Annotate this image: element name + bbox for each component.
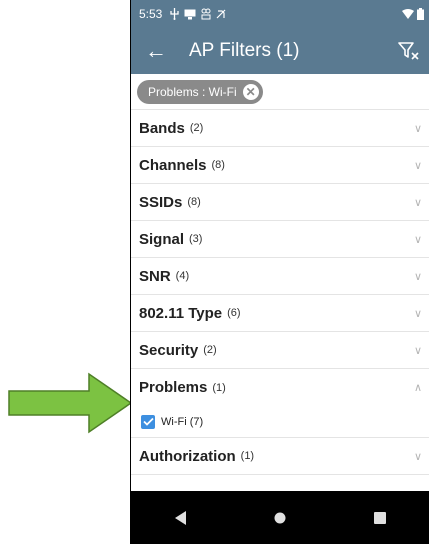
filter-name: 802.11 Type: [139, 304, 223, 322]
status-bar: 5:53: [131, 0, 429, 28]
back-arrow-icon[interactable]: ←: [145, 38, 175, 64]
filter-count: (1): [240, 450, 255, 462]
chevron-down-icon: ∨: [413, 270, 422, 283]
filter-option-wifi[interactable]: Wi-Fi (7): [131, 406, 429, 438]
cast-icon: [184, 9, 196, 19]
filter-count: (2): [189, 122, 204, 134]
filter-list: Bands (2) ∨ Channels (8) ∨ SSIDs (8) ∨ S…: [131, 110, 429, 475]
filter-count: (4): [175, 270, 190, 282]
wifi-icon: [402, 9, 414, 19]
filter-count: (8): [187, 196, 201, 208]
filter-count: (2): [203, 344, 217, 356]
filter-row-signal[interactable]: Signal (3) ∨: [131, 221, 429, 258]
chevron-down-icon: ∨: [413, 196, 422, 209]
filter-row-80211-type[interactable]: 802.11 Type (6) ∨: [131, 295, 429, 332]
filter-row-ssids[interactable]: SSIDs (8) ∨: [131, 184, 429, 221]
no-sim-icon: [216, 9, 226, 18]
filter-row-channels[interactable]: Channels (8) ∨: [131, 147, 429, 184]
chevron-down-icon: ∨: [413, 450, 422, 463]
filter-name: Signal: [139, 230, 185, 248]
system-indicators: [402, 8, 424, 20]
chevron-down-icon: ∨: [413, 159, 422, 172]
phone-screen: 5:53 ← AP Filters (1) Problems : Wi-Fi ✕…: [130, 0, 429, 544]
status-time: 5:53: [139, 7, 163, 21]
checkmark-icon: [142, 417, 154, 426]
option-label: Wi-Fi (7): [161, 415, 204, 428]
annotation-arrow-icon: [8, 372, 133, 434]
chevron-down-icon: ∨: [413, 344, 422, 357]
filter-name: Authorization: [139, 447, 236, 465]
chevron-down-icon: ∨: [413, 122, 422, 135]
active-filters-row: Problems : Wi-Fi ✕: [131, 74, 429, 110]
filter-row-authorization[interactable]: Authorization (1) ∨: [131, 438, 429, 475]
notification-icons: [170, 8, 226, 20]
app-bar: ← AP Filters (1): [131, 28, 429, 74]
filter-name: Channels: [139, 156, 207, 174]
system-nav-bar: [131, 491, 429, 544]
filter-count: (1): [212, 381, 226, 394]
battery-icon: [417, 8, 424, 20]
remove-chip-icon[interactable]: ✕: [242, 83, 259, 100]
checkbox-checked[interactable]: [141, 414, 155, 429]
nav-recents-icon[interactable]: [360, 498, 400, 538]
nav-home-icon[interactable]: [260, 498, 300, 538]
filter-row-security[interactable]: Security (2) ∨: [131, 332, 429, 369]
battery-saver-icon: [201, 8, 211, 20]
filter-name: Security: [139, 341, 199, 359]
chevron-down-icon: ∨: [413, 233, 422, 246]
filter-count: (6): [227, 307, 241, 319]
chip-label: Problems : Wi-Fi: [148, 84, 237, 99]
filter-count: (8): [211, 159, 225, 171]
filter-name: Bands: [139, 119, 185, 137]
usb-icon: [170, 8, 180, 20]
chevron-up-icon: ∧: [413, 382, 422, 394]
filter-row-problems[interactable]: Problems (1) ∧: [131, 369, 429, 406]
filter-name: Problems: [139, 379, 208, 396]
page-title: AP Filters (1): [189, 40, 300, 61]
clear-filters-icon[interactable]: [398, 41, 420, 61]
filter-row-bands[interactable]: Bands (2) ∨: [131, 110, 429, 147]
filter-row-snr[interactable]: SNR (4) ∨: [131, 258, 429, 295]
active-filter-chip[interactable]: Problems : Wi-Fi ✕: [137, 79, 263, 104]
filter-count: (3): [189, 233, 203, 245]
filter-name: SSIDs: [139, 193, 183, 211]
nav-back-icon[interactable]: [161, 498, 201, 538]
chevron-down-icon: ∨: [413, 307, 422, 320]
filter-name: SNR: [139, 267, 171, 285]
